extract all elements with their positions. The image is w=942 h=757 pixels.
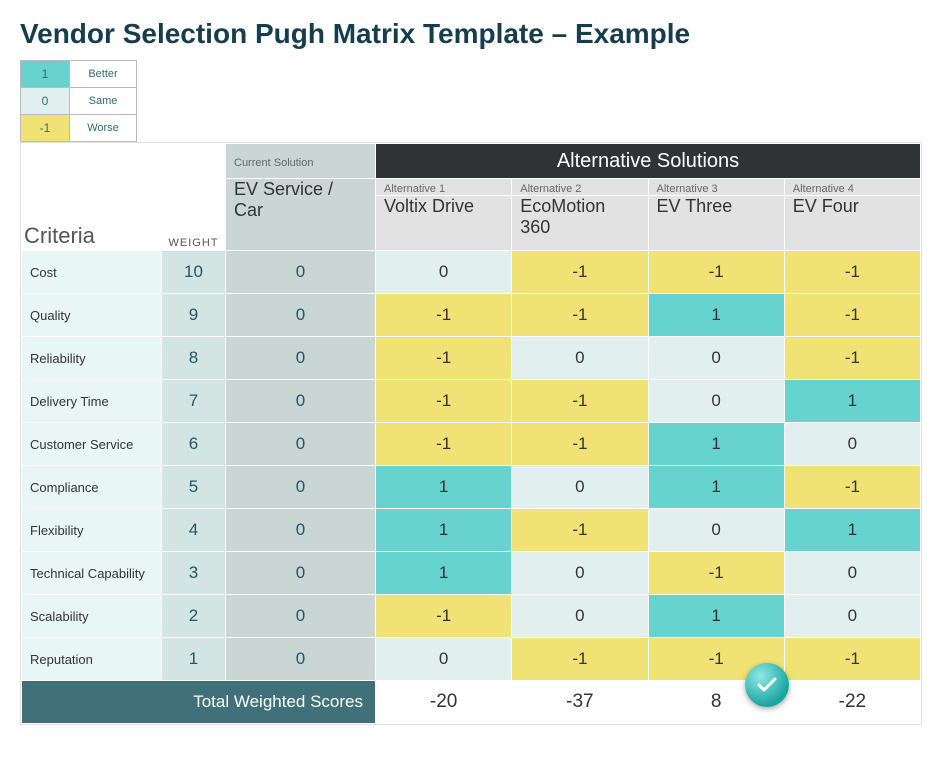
- alt-score: 0: [512, 552, 648, 595]
- legend-score: 0: [21, 88, 70, 115]
- alt-score: 0: [376, 251, 512, 294]
- legend-label: Better: [70, 61, 137, 88]
- current-score: 0: [226, 595, 376, 638]
- page-title: Vendor Selection Pugh Matrix Template – …: [20, 18, 922, 50]
- alt-score: -1: [648, 251, 784, 294]
- alt-name: EV Three: [648, 196, 784, 251]
- legend-score: 1: [21, 61, 70, 88]
- total-score: -20: [376, 681, 512, 724]
- alt-score: 1: [648, 423, 784, 466]
- winner-check-icon: [745, 663, 789, 707]
- alt-name: EcoMotion 360: [512, 196, 648, 251]
- alternatives-band: Alternative Solutions: [376, 144, 921, 179]
- alt-score: 0: [376, 638, 512, 681]
- alt-label: Alternative 1: [376, 179, 512, 196]
- alt-score: -1: [512, 509, 648, 552]
- alt-score: -1: [512, 294, 648, 337]
- alt-label: Alternative 4: [784, 179, 920, 196]
- criterion-weight: 7: [162, 380, 226, 423]
- total-label: Total Weighted Scores: [22, 681, 376, 724]
- criterion-weight: 6: [162, 423, 226, 466]
- total-score: 8: [648, 681, 784, 724]
- total-score: -22: [784, 681, 920, 724]
- criterion-weight: 9: [162, 294, 226, 337]
- current-solution-name: EV Service / Car: [226, 179, 376, 251]
- alt-score: -1: [784, 251, 920, 294]
- alt-score: -1: [784, 638, 920, 681]
- current-score: 0: [226, 251, 376, 294]
- alt-score: 1: [376, 466, 512, 509]
- alt-score: -1: [376, 337, 512, 380]
- weight-heading: WEIGHT: [162, 144, 226, 251]
- criterion-name: Cost: [22, 251, 162, 294]
- alt-score: 0: [784, 552, 920, 595]
- alt-score: 0: [648, 509, 784, 552]
- criterion-weight: 10: [162, 251, 226, 294]
- alt-score: -1: [376, 380, 512, 423]
- criterion-name: Scalability: [22, 595, 162, 638]
- current-score: 0: [226, 337, 376, 380]
- alt-score: 0: [512, 595, 648, 638]
- alt-score: 0: [648, 380, 784, 423]
- criterion-name: Flexibility: [22, 509, 162, 552]
- alt-score: -1: [376, 595, 512, 638]
- current-score: 0: [226, 466, 376, 509]
- alt-score: 1: [648, 595, 784, 638]
- criterion-name: Technical Capability: [22, 552, 162, 595]
- criteria-heading: Criteria: [22, 144, 162, 251]
- alt-score: 0: [512, 466, 648, 509]
- alt-label: Alternative 3: [648, 179, 784, 196]
- alt-score: 1: [784, 380, 920, 423]
- criterion-weight: 4: [162, 509, 226, 552]
- pugh-matrix-table: Criteria WEIGHT Current Solution Alterna…: [21, 143, 921, 724]
- alt-score: -1: [512, 251, 648, 294]
- alt-score: 1: [784, 509, 920, 552]
- current-solution-label: Current Solution: [226, 144, 376, 179]
- current-score: 0: [226, 380, 376, 423]
- alt-name: Voltix Drive: [376, 196, 512, 251]
- alt-score: -1: [376, 294, 512, 337]
- legend-score: -1: [21, 115, 70, 142]
- alt-score: 1: [376, 552, 512, 595]
- alt-score: -1: [512, 638, 648, 681]
- alt-name: EV Four: [784, 196, 920, 251]
- current-score: 0: [226, 294, 376, 337]
- total-score: -37: [512, 681, 648, 724]
- current-score: 0: [226, 509, 376, 552]
- legend-label: Same: [70, 88, 137, 115]
- alt-score: -1: [784, 337, 920, 380]
- current-score: 0: [226, 423, 376, 466]
- current-score: 0: [226, 552, 376, 595]
- criterion-name: Quality: [22, 294, 162, 337]
- criterion-weight: 1: [162, 638, 226, 681]
- criterion-name: Reputation: [22, 638, 162, 681]
- criterion-name: Reliability: [22, 337, 162, 380]
- criterion-weight: 8: [162, 337, 226, 380]
- current-score: 0: [226, 638, 376, 681]
- alt-label: Alternative 2: [512, 179, 648, 196]
- alt-score: 0: [648, 337, 784, 380]
- criterion-weight: 3: [162, 552, 226, 595]
- criterion-weight: 5: [162, 466, 226, 509]
- alt-score: 0: [784, 423, 920, 466]
- legend-label: Worse: [70, 115, 137, 142]
- alt-score: -1: [376, 423, 512, 466]
- alt-score: -1: [784, 466, 920, 509]
- alt-score: -1: [512, 380, 648, 423]
- alt-score: -1: [512, 423, 648, 466]
- alt-score: 0: [512, 337, 648, 380]
- alt-score: 1: [376, 509, 512, 552]
- alt-score: 1: [648, 294, 784, 337]
- alt-score: -1: [648, 552, 784, 595]
- legend-table: 1 Better0 Same-1 Worse: [20, 60, 137, 142]
- alt-score: 1: [648, 466, 784, 509]
- criterion-name: Customer Service: [22, 423, 162, 466]
- alt-score: -1: [784, 294, 920, 337]
- criterion-name: Delivery Time: [22, 380, 162, 423]
- alt-score: 0: [784, 595, 920, 638]
- criterion-weight: 2: [162, 595, 226, 638]
- criterion-name: Compliance: [22, 466, 162, 509]
